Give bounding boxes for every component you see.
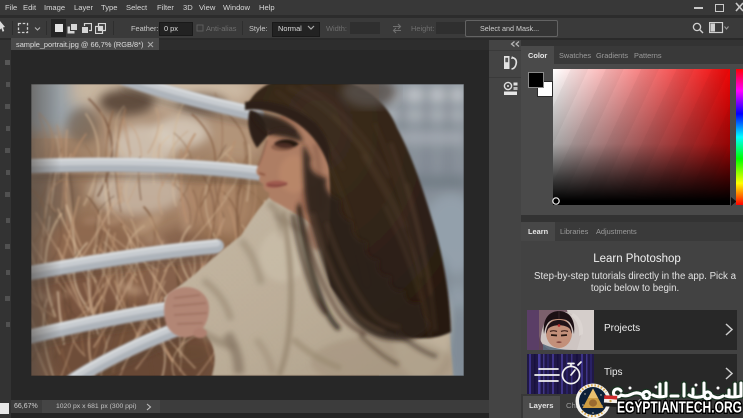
svg-text:EGYPTIANTECH.ORG: EGYPTIANTECH.ORG (617, 400, 742, 417)
